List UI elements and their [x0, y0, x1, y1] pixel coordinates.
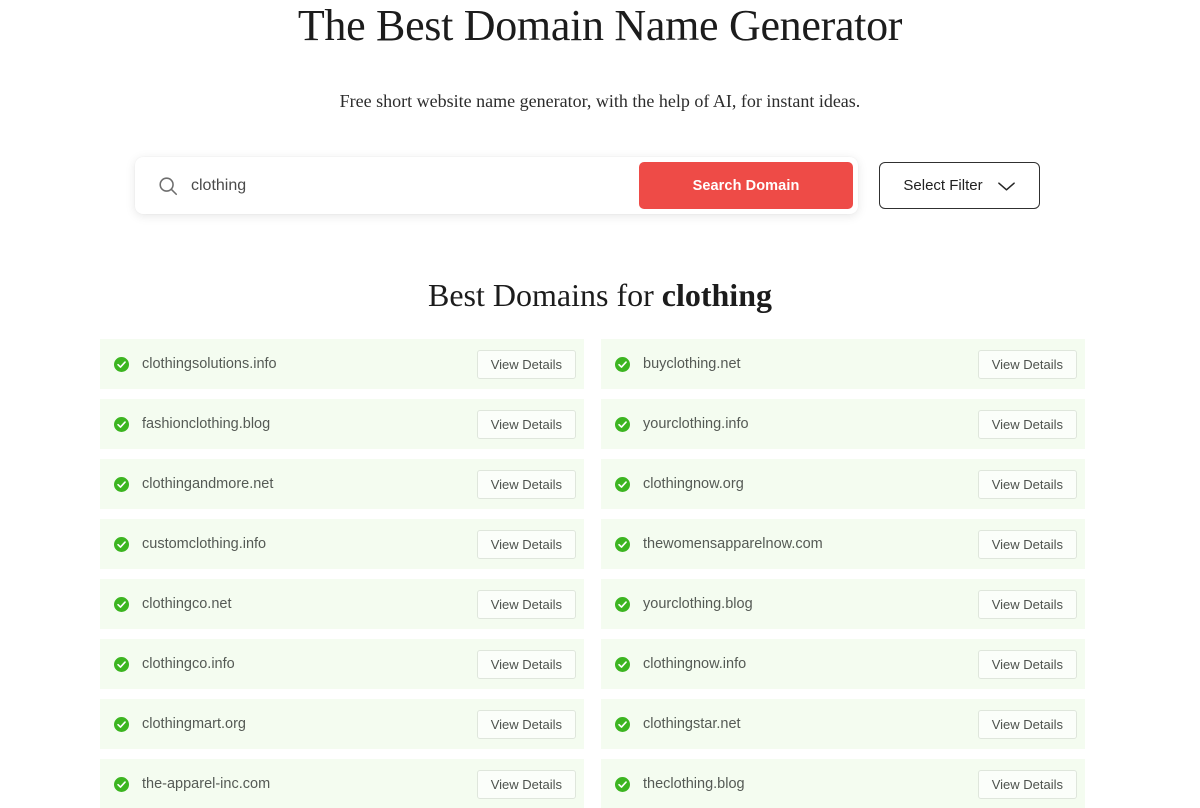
- domain-result-row[interactable]: yourclothing.blog View Details: [601, 579, 1085, 629]
- domain-name: clothingco.net: [142, 596, 232, 612]
- view-details-button[interactable]: View Details: [476, 709, 576, 739]
- domain-row-content: theclothing.blog: [615, 776, 745, 792]
- search-icon: [157, 175, 179, 197]
- domain-name: customclothing.info: [142, 536, 267, 552]
- domain-row-content: clothingandmore.net: [114, 476, 273, 492]
- domain-result-row[interactable]: clothingstar.net View Details: [601, 699, 1085, 749]
- check-circle-icon: [114, 656, 129, 672]
- domain-result-row[interactable]: customclothing.info View Details: [100, 519, 584, 569]
- view-details-button[interactable]: View Details: [476, 529, 576, 559]
- view-details-button[interactable]: View Details: [977, 349, 1077, 379]
- check-circle-icon: [615, 416, 630, 432]
- hero-section: The Best Domain Name Generator Free shor…: [0, 0, 1200, 112]
- domain-name: yourclothing.info: [643, 416, 749, 432]
- domain-name: clothingstar.net: [643, 716, 741, 732]
- search-input-wrapper: [135, 162, 639, 209]
- check-circle-icon: [114, 776, 129, 792]
- domain-result-row[interactable]: clothingco.info View Details: [100, 639, 584, 689]
- view-details-button[interactable]: View Details: [476, 349, 576, 379]
- view-details-button[interactable]: View Details: [977, 589, 1077, 619]
- domain-row-content: fashionclothing.blog: [114, 416, 270, 432]
- check-circle-icon: [615, 596, 630, 612]
- search-domain-button[interactable]: Search Domain: [639, 162, 853, 209]
- domain-name: clothingsolutions.info: [142, 356, 277, 372]
- domain-row-content: clothingmart.org: [114, 716, 246, 732]
- domain-row-content: buyclothing.net: [615, 356, 741, 372]
- view-details-button[interactable]: View Details: [977, 709, 1077, 739]
- view-details-button[interactable]: View Details: [476, 409, 576, 439]
- domain-result-row[interactable]: clothingco.net View Details: [100, 579, 584, 629]
- domain-result-row[interactable]: clothingnow.org View Details: [601, 459, 1085, 509]
- domain-name: the-apparel-inc.com: [142, 776, 271, 792]
- view-details-button[interactable]: View Details: [977, 769, 1077, 799]
- domain-row-content: clothingsolutions.info: [114, 356, 277, 372]
- check-circle-icon: [615, 776, 630, 792]
- view-details-button[interactable]: View Details: [977, 469, 1077, 499]
- check-circle-icon: [615, 716, 630, 732]
- domain-row-content: clothingstar.net: [615, 716, 741, 732]
- domain-name: theclothing.blog: [643, 776, 745, 792]
- view-details-button[interactable]: View Details: [476, 649, 576, 679]
- view-details-button[interactable]: View Details: [977, 649, 1077, 679]
- domain-row-content: the-apparel-inc.com: [114, 776, 270, 792]
- check-circle-icon: [114, 596, 129, 612]
- domain-row-content: clothingco.info: [114, 656, 235, 672]
- search-card: Search Domain: [135, 157, 858, 214]
- view-details-button[interactable]: View Details: [476, 589, 576, 619]
- domain-result-row[interactable]: fashionclothing.blog View Details: [100, 399, 584, 449]
- search-input[interactable]: [191, 162, 639, 209]
- domain-name: clothingnow.info: [643, 656, 747, 672]
- results-heading-query: clothing: [661, 277, 772, 313]
- domain-result-row[interactable]: buyclothing.net View Details: [601, 339, 1085, 389]
- domain-result-row[interactable]: clothingnow.info View Details: [601, 639, 1085, 689]
- domain-results-grid: clothingsolutions.info View Details buyclo…: [0, 339, 1200, 808]
- domain-result-row[interactable]: yourclothing.info View Details: [601, 399, 1085, 449]
- check-circle-icon: [114, 536, 129, 552]
- check-circle-icon: [114, 416, 129, 432]
- domain-name: fashionclothing.blog: [142, 416, 271, 432]
- view-details-button[interactable]: View Details: [476, 769, 576, 799]
- search-section: Search Domain Select Filter: [0, 157, 1200, 214]
- check-circle-icon: [114, 476, 129, 492]
- domain-row-content: clothingnow.org: [615, 476, 744, 492]
- check-circle-icon: [114, 356, 129, 372]
- view-details-button[interactable]: View Details: [977, 529, 1077, 559]
- domain-result-row[interactable]: clothingsolutions.info View Details: [100, 339, 584, 389]
- domain-name: clothingandmore.net: [142, 476, 274, 492]
- check-circle-icon: [615, 356, 630, 372]
- domain-result-row[interactable]: thewomensapparelnow.com View Details: [601, 519, 1085, 569]
- check-circle-icon: [615, 536, 630, 552]
- domain-name: yourclothing.blog: [643, 596, 753, 612]
- domain-name: buyclothing.net: [643, 356, 741, 372]
- domain-result-row[interactable]: clothingandmore.net View Details: [100, 459, 584, 509]
- results-heading: Best Domains for clothing: [0, 277, 1200, 314]
- domain-row-content: thewomensapparelnow.com: [615, 536, 823, 552]
- domain-name: clothingco.info: [142, 656, 235, 672]
- page-title: The Best Domain Name Generator: [297, 1, 903, 50]
- domain-result-row[interactable]: the-apparel-inc.com View Details: [100, 759, 584, 808]
- domain-row-content: clothingco.net: [114, 596, 231, 612]
- chevron-down-icon: [997, 180, 1016, 192]
- select-filter-dropdown[interactable]: Select Filter: [879, 162, 1040, 209]
- select-filter-label: Select Filter: [903, 177, 983, 194]
- results-heading-prefix: Best Domains for: [428, 277, 662, 313]
- domain-row-content: customclothing.info: [114, 536, 266, 552]
- domain-row-content: yourclothing.info: [615, 416, 749, 432]
- domain-result-row[interactable]: clothingmart.org View Details: [100, 699, 584, 749]
- check-circle-icon: [114, 716, 129, 732]
- view-details-button[interactable]: View Details: [977, 409, 1077, 439]
- domain-name: thewomensapparelnow.com: [643, 536, 823, 552]
- domain-name: clothingnow.org: [643, 476, 744, 492]
- page-subtitle: Free short website name generator, with …: [339, 91, 861, 111]
- domain-name: clothingmart.org: [142, 716, 246, 732]
- domain-row-content: yourclothing.blog: [615, 596, 753, 612]
- domain-row-content: clothingnow.info: [615, 656, 746, 672]
- check-circle-icon: [615, 476, 630, 492]
- domain-result-row[interactable]: theclothing.blog View Details: [601, 759, 1085, 808]
- view-details-button[interactable]: View Details: [476, 469, 576, 499]
- check-circle-icon: [615, 656, 630, 672]
